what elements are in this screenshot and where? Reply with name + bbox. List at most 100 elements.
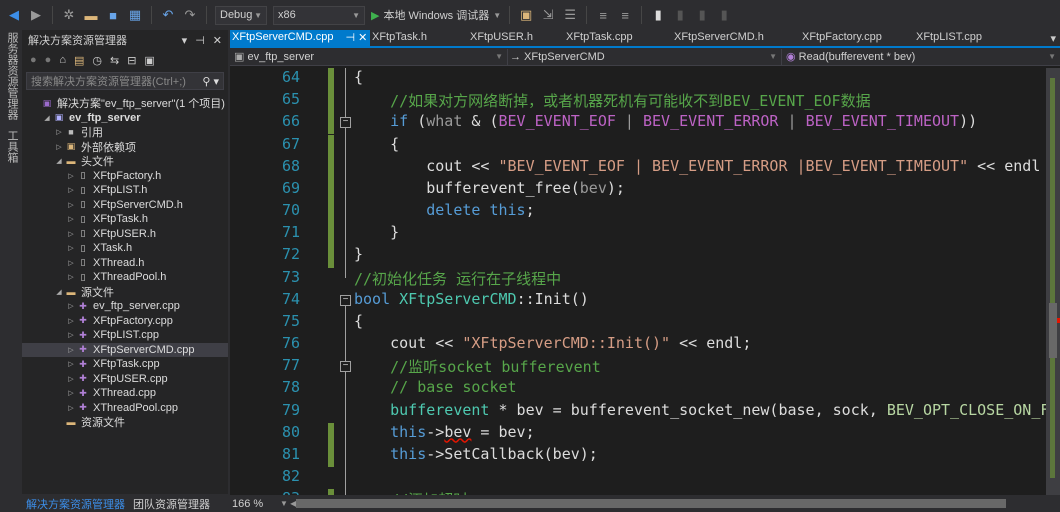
tab-team-explorer[interactable]: 团队资源管理器 [129, 494, 214, 512]
code-line[interactable]: cout << "XFtpServerCMD::Init()" << endl; [354, 334, 751, 352]
expand-toggle-icon[interactable]: ▷ [66, 186, 76, 194]
tree-item[interactable]: ◢ ▬ 头文件 [22, 154, 228, 169]
tree-item[interactable]: ▷ ▯ XTask.h [22, 241, 228, 256]
code-line[interactable]: { [354, 68, 363, 86]
save-icon[interactable]: ■ [105, 8, 121, 23]
scrollbar-thumb[interactable] [1049, 303, 1057, 358]
server-explorer-tab[interactable]: 服务器资源管理器 [4, 32, 20, 120]
expand-toggle-icon[interactable]: ▷ [66, 317, 76, 325]
toolbox-tab[interactable]: 工具箱 [4, 130, 20, 163]
properties-icon[interactable]: ▣ [144, 54, 154, 67]
zoom-level[interactable]: 166 % [230, 498, 280, 510]
expand-toggle-icon[interactable]: ◢ [54, 157, 64, 165]
step-icon[interactable]: ⇲ [540, 7, 556, 23]
project-dropdown[interactable]: ▣ ev_ftp_server ▼ [230, 48, 508, 65]
code-line[interactable]: this->bev = bev; [354, 423, 535, 441]
tree-item[interactable]: ▷ ✚ XFtpUSER.cpp [22, 372, 228, 387]
open-file-icon[interactable]: ▬ [83, 8, 99, 23]
expand-toggle-icon[interactable]: ▷ [66, 230, 76, 238]
bookmark-icon[interactable]: ▮ [650, 7, 666, 23]
code-line[interactable]: { [354, 312, 363, 330]
tree-item[interactable]: ▷ ▯ XThreadPool.h [22, 270, 228, 285]
expand-toggle-icon[interactable]: ▷ [66, 389, 76, 397]
tab-file[interactable]: XFtpServerCMD.h [672, 30, 800, 46]
code-line[interactable]: delete this; [354, 201, 534, 219]
tab-file[interactable]: XFtpTask.h [370, 30, 468, 46]
tab-file[interactable]: XFtpFactory.cpp [800, 30, 914, 46]
format-icon[interactable]: ☰ [562, 7, 578, 23]
tab-overflow-icon[interactable]: ▾ [1050, 32, 1056, 45]
pending-changes-icon[interactable]: ◷ [92, 54, 102, 67]
collapse-icon[interactable]: − [340, 361, 351, 373]
horizontal-scrollbar-thumb[interactable] [296, 499, 1006, 508]
find-in-files-icon[interactable]: ▣ [518, 7, 534, 23]
tree-item[interactable]: ▷ ▯ XFtpFactory.h [22, 169, 228, 184]
code-line[interactable]: } [354, 245, 363, 263]
clear-bookmarks-icon[interactable]: ▮ [716, 7, 732, 23]
chevron-down-icon[interactable]: ▼ ◀ [280, 499, 296, 508]
search-icon[interactable]: ⚲ ▾ [202, 75, 219, 88]
tab-file[interactable]: XFtpUSER.h [468, 30, 564, 46]
tree-item[interactable]: ▷ ✚ XFtpServerCMD.cpp [22, 342, 228, 357]
next-bookmark-icon[interactable]: ▮ [694, 7, 710, 23]
tree-item[interactable]: ▷ ▣ 外部依赖项 [22, 140, 228, 155]
save-all-icon[interactable]: ▦ [127, 7, 143, 23]
expand-toggle-icon[interactable]: ▷ [66, 172, 76, 180]
expand-toggle-icon[interactable]: ▷ [66, 244, 76, 252]
tree-item[interactable]: ▷ ▯ XThread.h [22, 256, 228, 271]
solution-search-input[interactable]: 搜索解决方案资源管理器(Ctrl+;) ⚲ ▾ [26, 72, 224, 90]
expand-toggle-icon[interactable]: ▷ [66, 331, 76, 339]
tree-item[interactable]: ▷ ▯ XFtpUSER.h [22, 227, 228, 242]
switch-views-icon[interactable]: ▤ [74, 54, 84, 67]
expand-toggle-icon[interactable]: ▷ [66, 302, 76, 310]
tree-item[interactable]: ▷ ▯ XFtpServerCMD.h [22, 198, 228, 213]
tree-item[interactable]: ▷ ▯ XFtpTask.h [22, 212, 228, 227]
tree-item[interactable]: ◢ ▬ 源文件 [22, 285, 228, 300]
collapse-icon[interactable]: − [340, 294, 351, 306]
platform-dropdown[interactable]: x86 ▼ [273, 5, 365, 25]
tree-item[interactable]: ▷ ✚ XThreadPool.cpp [22, 401, 228, 416]
dropdown-icon[interactable]: ▾ [182, 34, 188, 47]
member-dropdown[interactable]: ◉ Read(bufferevent * bev) ▼ [782, 49, 1060, 65]
tree-item[interactable]: ▷ ✚ XThread.cpp [22, 386, 228, 401]
code-area[interactable]: 64 {65 //如果对方网络断掉，或者机器死机有可能收不到BEV_EVENT_E… [230, 68, 1046, 495]
expand-toggle-icon[interactable]: ▷ [66, 375, 76, 383]
code-line[interactable]: this->SetCallback(bev); [354, 445, 598, 463]
code-line[interactable]: if (what & (BEV_EVENT_EOF | BEV_EVENT_ER… [354, 112, 977, 130]
expand-toggle-icon[interactable]: ▷ [54, 143, 64, 151]
pin-icon[interactable]: ⊣ [195, 34, 205, 47]
code-line[interactable]: { [354, 135, 399, 153]
tree-item[interactable]: ▷ ✚ ev_ftp_server.cpp [22, 299, 228, 314]
back-icon[interactable]: ◀ [6, 7, 22, 23]
forward-icon[interactable]: ● [45, 54, 52, 66]
tab-file[interactable]: XFtpLIST.cpp [914, 30, 1014, 46]
code-line[interactable]: } [354, 223, 399, 241]
tree-item[interactable]: ▣ 解决方案"ev_ftp_server"(1 个项目) [22, 96, 228, 111]
expand-toggle-icon[interactable]: ▷ [66, 215, 76, 223]
redo-icon[interactable]: ↷ [182, 7, 198, 23]
start-debugging-button[interactable]: ▶ 本地 Windows 调试器 ▼ [371, 7, 501, 23]
uncomment-icon[interactable]: ≡ [617, 8, 633, 23]
expand-toggle-icon[interactable]: ▷ [66, 201, 76, 209]
expand-toggle-icon[interactable]: ▷ [66, 360, 76, 368]
undo-icon[interactable]: ↶ [160, 7, 176, 23]
code-line[interactable]: //监听socket bufferevent [354, 356, 601, 377]
tree-item[interactable]: ▷ ▯ XFtpLIST.h [22, 183, 228, 198]
forward-icon[interactable]: ▶ [28, 7, 44, 23]
code-line[interactable]: cout << "BEV_EVENT_EOF | BEV_EVENT_ERROR… [354, 157, 1040, 175]
expand-toggle-icon[interactable]: ▷ [66, 346, 76, 354]
collapse-icon[interactable]: − [340, 117, 351, 129]
collapse-all-icon[interactable]: ⊟ [127, 54, 136, 67]
tree-item[interactable]: ▷ ✚ XFtpLIST.cpp [22, 328, 228, 343]
prev-bookmark-icon[interactable]: ▮ [672, 7, 688, 23]
tree-item[interactable]: ▷ ✚ XFtpTask.cpp [22, 357, 228, 372]
expand-toggle-icon[interactable]: ▷ [66, 259, 76, 267]
expand-toggle-icon[interactable]: ◢ [42, 114, 52, 122]
tree-item[interactable]: ◢ ▣ ev_ftp_server [22, 111, 228, 126]
tree-item[interactable]: ▷ ✚ XFtpFactory.cpp [22, 314, 228, 329]
vertical-scrollbar[interactable] [1046, 68, 1060, 495]
code-line[interactable]: //初始化任务 运行在子线程中 [354, 268, 561, 289]
class-dropdown[interactable]: → XFtpServerCMD ▼ [508, 48, 782, 65]
home-icon[interactable]: ⌂ [59, 54, 66, 66]
expand-toggle-icon[interactable]: ▷ [54, 128, 64, 136]
